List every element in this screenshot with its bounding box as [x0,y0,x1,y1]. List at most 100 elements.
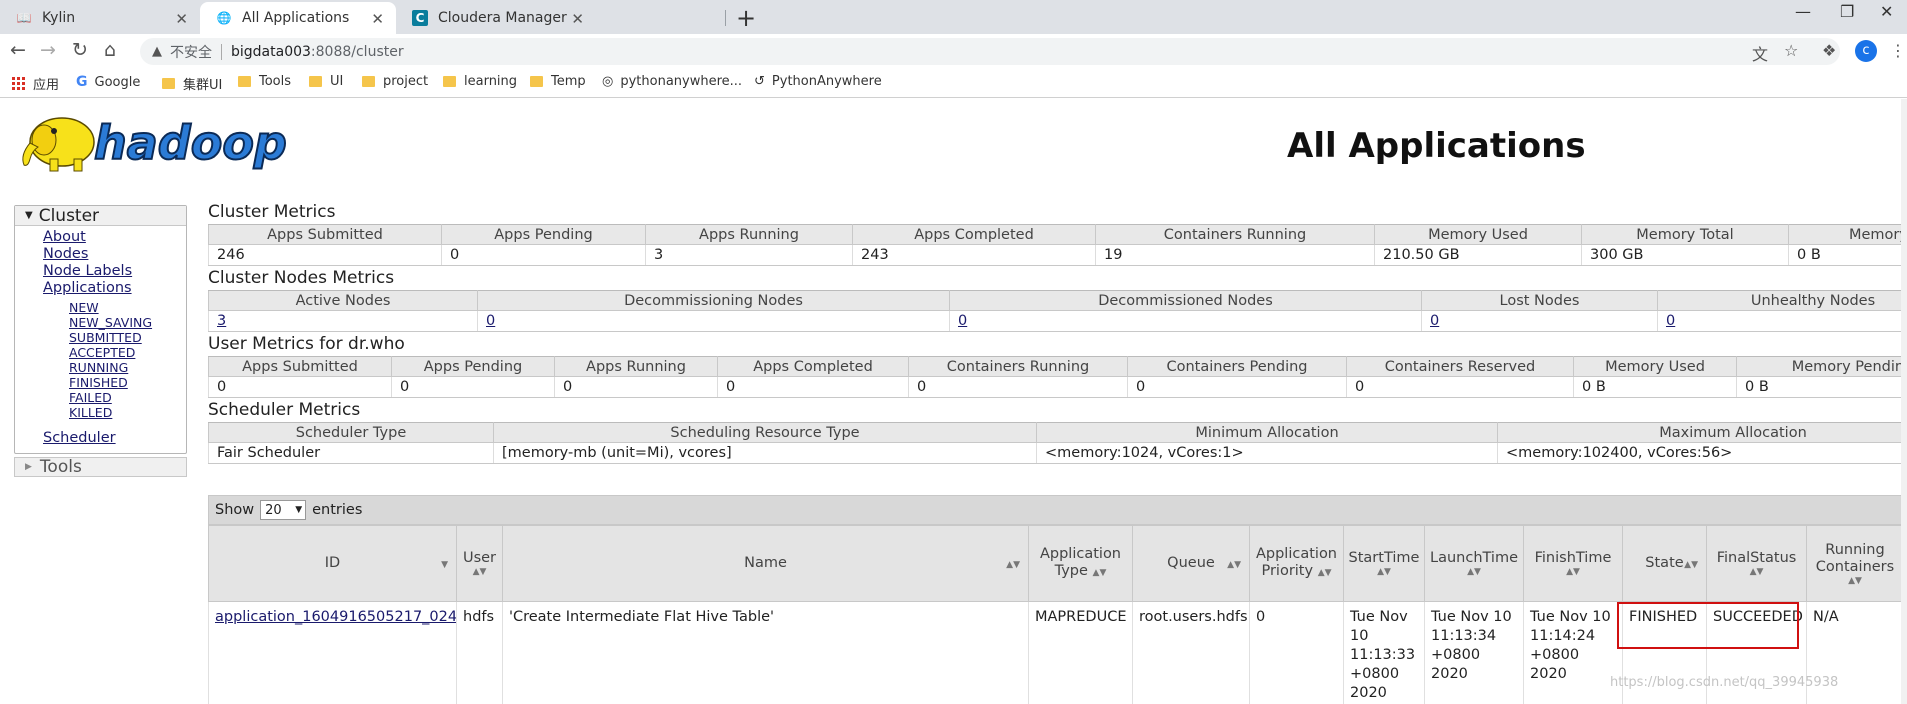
table-header: Scheduling Resource Type [493,422,1037,443]
nav-link-failed[interactable]: FAILED [69,390,186,405]
cluster-section-header[interactable]: ▼ Cluster [15,206,186,226]
nav-link-applications[interactable]: Applications [43,280,186,297]
table-cell: <memory:102400, vCores:56> [1497,442,1907,464]
table-cell: 0 [208,376,392,398]
nav-link-submitted[interactable]: SUBMITTED [69,330,186,345]
address-host: bigdata003 [231,43,311,60]
browser-toolbar: ← → ↻ ⌂ ▲ 不安全 bigdata003 :8088/cluster 文… [0,34,1907,68]
column-header-name[interactable]: Name ▲▼ [502,525,1029,602]
tab-all-applications[interactable]: 🌐 All Applications ✕ [200,2,396,34]
new-tab-icon[interactable]: + [736,4,756,32]
table-header: Memory Total [1581,224,1789,245]
column-header-start-time[interactable]: StartTime ▲▼ [1343,525,1425,602]
bookmark-label: Tools [259,74,292,89]
decommissioning-nodes-link[interactable]: 0 [486,313,495,329]
nav-link-finished[interactable]: FINISHED [69,375,186,390]
bookmark-label: Temp [551,74,586,89]
forward-icon[interactable]: → [40,39,56,61]
hadoop-logo-text: hadoop [94,116,287,170]
decommissioned-nodes-link[interactable]: 0 [958,313,967,329]
column-header-launch-time[interactable]: LaunchTime ▲▼ [1424,525,1524,602]
nav-link-accepted[interactable]: ACCEPTED [69,345,186,360]
column-header-queue[interactable]: Queue ▲▼ [1132,525,1250,602]
sort-icon: ▲▼ [1684,560,1698,570]
application-id-link[interactable]: application_1604916505217_0246 [215,609,457,625]
table-cell: 210.50 GB [1374,244,1582,266]
home-icon[interactable]: ⌂ [104,39,116,61]
column-header-finish-time[interactable]: FinishTime ▲▼ [1523,525,1623,602]
column-header-final-status[interactable]: FinalStatus ▲▼ [1706,525,1807,602]
table-header: Memory [1788,224,1907,245]
nav-link-about[interactable]: About [43,229,186,246]
entries-label: entries [312,502,363,518]
show-entries-bar: Show 20 ▼ entries [208,495,1907,525]
folder-icon [530,76,543,87]
active-nodes-link[interactable]: 3 [217,313,226,329]
user-metrics-table: Apps Submitted Apps Pending Apps Running… [208,356,1907,398]
unhealthy-nodes-link[interactable]: 0 [1666,313,1675,329]
table-cell: 0 [1657,310,1907,332]
bookmark-project[interactable]: project [362,74,428,89]
nav-link-new-saving[interactable]: NEW_SAVING [69,315,186,330]
header-label: LaunchTime [1430,550,1518,566]
bookmark-ui[interactable]: UI [309,74,343,89]
table-header: Decommissioned Nodes [949,290,1422,311]
bookmarks-bar: 应用 G Google 集群UI Tools UI project learni… [0,68,1907,98]
folder-icon [162,78,175,89]
menu-icon[interactable]: ⋮ [1890,41,1906,60]
column-header-user[interactable]: User ▲▼ [456,525,503,602]
nav-link-scheduler[interactable]: Scheduler [43,430,186,447]
tools-section-header[interactable]: ▶ Tools [14,457,187,477]
table-header: Lost Nodes [1421,290,1658,311]
bookmark-star-icon[interactable]: ☆ [1784,41,1798,60]
table-cell: 0 [1346,376,1574,398]
nav-link-node-labels[interactable]: Node Labels [43,263,186,280]
bookmark-pythonanywhere-1[interactable]: ◎ pythonanywhere... [602,74,742,89]
column-header-application-priority[interactable]: Application Priority ▲▼ [1249,525,1344,602]
close-window-icon[interactable]: ✕ [1880,2,1893,21]
profile-avatar[interactable]: c [1855,40,1877,62]
reload-icon[interactable]: ↻ [72,39,88,61]
bookmark-google[interactable]: G Google [76,74,140,90]
extensions-icon[interactable]: ❖ [1822,41,1836,60]
bookmark-pythonanywhere-2[interactable]: ↺ PythonAnywhere [754,74,882,89]
table-cell: 0 [391,376,555,398]
column-header-running-containers[interactable]: Running Containers ▲▼ [1806,525,1904,602]
nav-link-new[interactable]: NEW [69,300,186,315]
vertical-scrollbar[interactable] [1901,99,1907,704]
cluster-section: ▼ Cluster About Nodes Node Labels Applic… [14,205,187,454]
address-bar[interactable]: ▲ 不安全 bigdata003 :8088/cluster [140,38,1840,65]
table-header: Minimum Allocation [1036,422,1498,443]
back-icon[interactable]: ← [10,39,26,61]
bookmark-learning[interactable]: learning [443,74,517,89]
scheduler-metrics-table: Scheduler Type Scheduling Resource Type … [208,422,1907,464]
bookmark-tools[interactable]: Tools [238,74,291,89]
hadoop-logo[interactable]: hadoop [14,107,314,177]
restore-icon[interactable]: ❐ [1840,2,1854,21]
nav-link-nodes[interactable]: Nodes [43,246,186,263]
table-header: Apps Pending [391,356,555,377]
column-header-state[interactable]: State ▲▼ [1622,525,1707,602]
close-tab-icon[interactable]: ✕ [175,10,188,28]
address-path: :8088/cluster [310,43,404,60]
bookmark-cluster-ui[interactable]: 集群UI [162,74,222,93]
bookmark-apps[interactable]: 应用 [12,74,59,93]
folder-icon [443,76,456,87]
column-header-application-type[interactable]: Application Type ▲▼ [1028,525,1133,602]
close-tab-icon[interactable]: ✕ [571,10,584,28]
entries-select[interactable]: 20 ▼ [260,500,307,520]
tab-kylin[interactable]: 📖 Kylin ✕ [0,2,200,34]
bookmark-temp[interactable]: Temp [530,74,586,89]
header-label: User [462,550,497,566]
column-header-id[interactable]: ID ▼ [208,525,457,602]
translate-icon[interactable]: 文 [1752,41,1768,65]
table-header: Scheduler Type [208,422,494,443]
warning-icon[interactable]: ▲ [152,44,162,59]
lost-nodes-link[interactable]: 0 [1430,313,1439,329]
tab-cloudera-manager[interactable]: C Cloudera Manager ✕ [396,2,596,34]
header-label: Running Containers [1815,541,1895,575]
minimize-icon[interactable]: — [1795,2,1811,21]
nav-link-running[interactable]: RUNNING [69,360,186,375]
nav-link-killed[interactable]: KILLED [69,405,186,420]
close-tab-icon[interactable]: ✕ [371,10,384,28]
